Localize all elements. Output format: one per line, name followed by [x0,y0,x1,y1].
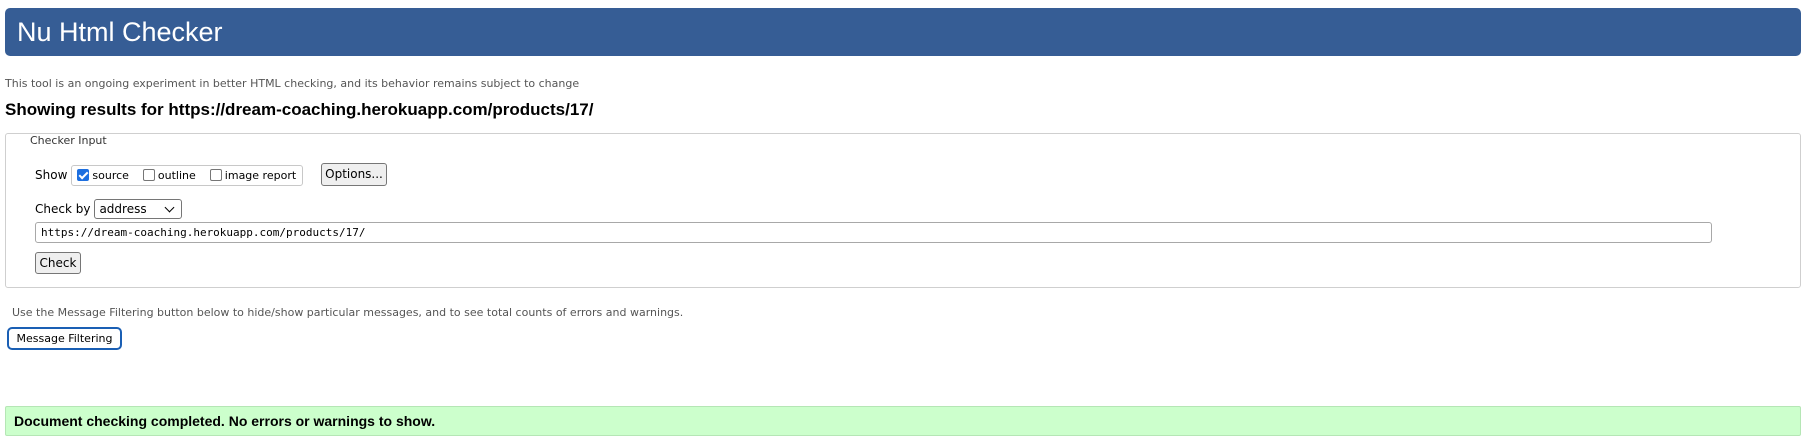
check-by-label: Check by [35,202,91,216]
success-message: Document checking completed. No errors o… [5,406,1801,436]
show-source-option[interactable]: source [77,169,129,182]
check-by-select[interactable]: address [94,199,183,219]
intro-text: This tool is an ongoing experiment in be… [5,77,580,90]
check-by-selected-value: address [99,202,147,216]
source-label: source [92,168,129,182]
message-filtering-note: Use the Message Filtering button below t… [12,306,684,319]
source-checkbox[interactable] [77,169,90,181]
checker-input-legend: Checker Input [26,134,111,148]
image-report-label: image report [224,168,297,182]
show-options-row: Show source outline image report [35,164,304,186]
url-input[interactable]: https://dream-coaching.herokuapp.com/pro… [35,222,1712,243]
results-heading: Showing results for https://dream-coachi… [5,100,594,119]
outline-label: outline [157,168,196,182]
message-filtering-button[interactable]: Message Filtering [7,327,122,350]
show-options-group: source outline image report [71,164,304,186]
page-header: Nu Html Checker [5,8,1801,56]
show-outline-option[interactable]: outline [142,168,196,182]
check-by-row: Check by address [35,198,183,220]
page-title: Nu Html Checker [17,17,223,47]
check-button[interactable]: Check [35,252,81,274]
nu-html-checker-page: Nu Html Checker This tool is an ongoing … [0,0,1806,446]
checker-input-fieldset [5,133,1801,288]
options-button[interactable]: Options... [321,163,387,186]
show-image-report-option[interactable]: image report [209,168,297,182]
chevron-down-icon [165,202,175,213]
show-label: Show [35,168,68,182]
outline-checkbox[interactable] [142,169,155,181]
image-report-checkbox[interactable] [209,169,222,181]
